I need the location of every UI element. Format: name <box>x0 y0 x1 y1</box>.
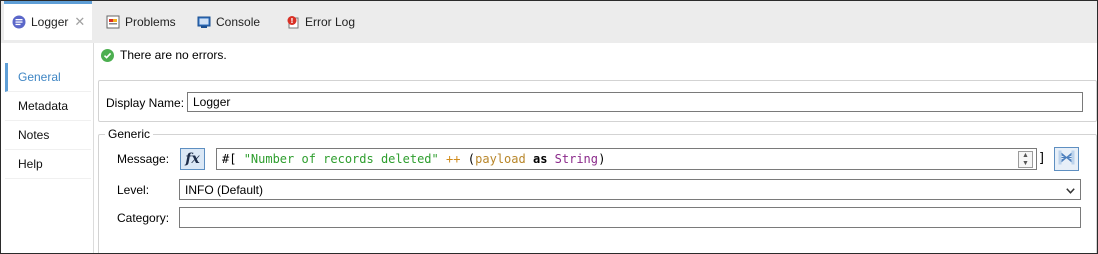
view-tab-bar: Logger ✕ Problems Console ! Error Log <box>1 1 1097 43</box>
chevron-down-icon[interactable]: ▼ <box>1019 160 1032 168</box>
category-label: Category: <box>117 211 170 225</box>
expr-string: "Number of records deleted" <box>243 152 439 166</box>
level-label: Level: <box>117 183 150 197</box>
expr-open-paren: ( <box>467 152 475 166</box>
fx-icon: fx <box>185 151 200 167</box>
logger-icon <box>12 15 26 29</box>
level-selected-value: INFO (Default) <box>185 182 264 197</box>
message-label: Message: <box>117 152 170 166</box>
logger-properties-panel: Logger ✕ Problems Console ! Error Log Th… <box>0 0 1098 254</box>
display-name-label: Display Name: <box>106 96 185 110</box>
expr-type: String <box>554 152 599 166</box>
expr-var: payload <box>475 152 526 166</box>
tab-label: Console <box>216 15 261 29</box>
tab-console[interactable]: Console <box>197 1 260 43</box>
nav-divider <box>93 43 94 253</box>
level-select[interactable]: INFO (Default) <box>179 179 1081 200</box>
nav-item-notes[interactable]: Notes <box>5 121 91 150</box>
chevron-up-icon[interactable]: ▲ <box>1019 152 1032 160</box>
transform-map-icon <box>1058 150 1075 168</box>
tab-label: Logger <box>31 15 69 29</box>
expression-mode-button[interactable]: fx <box>180 148 205 170</box>
section-nav: General Metadata Notes Help <box>5 63 91 179</box>
status-message: There are no errors. <box>120 48 227 62</box>
generic-group-title: Generic <box>105 127 154 141</box>
error-log-icon: ! <box>286 15 300 29</box>
nav-item-metadata[interactable]: Metadata <box>5 92 91 121</box>
close-icon[interactable]: ✕ <box>74 14 85 30</box>
expr-suffix: ] <box>1038 151 1046 166</box>
expr-prefix: #[ <box>222 152 237 166</box>
tab-label: Error Log <box>305 15 356 29</box>
svg-text:!: ! <box>290 17 293 25</box>
tab-error-log[interactable]: ! Error Log <box>286 1 355 43</box>
nav-item-help[interactable]: Help <box>5 150 91 179</box>
tab-label: Problems <box>125 15 176 29</box>
category-input[interactable] <box>179 207 1081 228</box>
expr-operator: ++ <box>446 152 461 166</box>
expression-scroll-stepper[interactable]: ▲ ▼ <box>1018 151 1033 168</box>
console-icon <box>197 15 211 29</box>
nav-item-general[interactable]: General <box>5 63 91 92</box>
display-name-input[interactable] <box>187 92 1083 112</box>
tab-problems[interactable]: Problems <box>106 1 176 43</box>
open-transform-editor-button[interactable] <box>1054 147 1079 171</box>
expr-keyword: as <box>532 152 548 166</box>
check-circle-icon <box>101 48 114 62</box>
expr-close-paren: ) <box>598 152 606 166</box>
chevron-down-icon <box>1066 183 1075 197</box>
validation-status: There are no errors. <box>101 48 227 62</box>
tab-logger[interactable]: Logger ✕ <box>4 1 92 40</box>
message-expression-input[interactable]: #[ "Number of records deleted" ++ ( payl… <box>216 148 1037 170</box>
problems-icon <box>106 15 120 29</box>
